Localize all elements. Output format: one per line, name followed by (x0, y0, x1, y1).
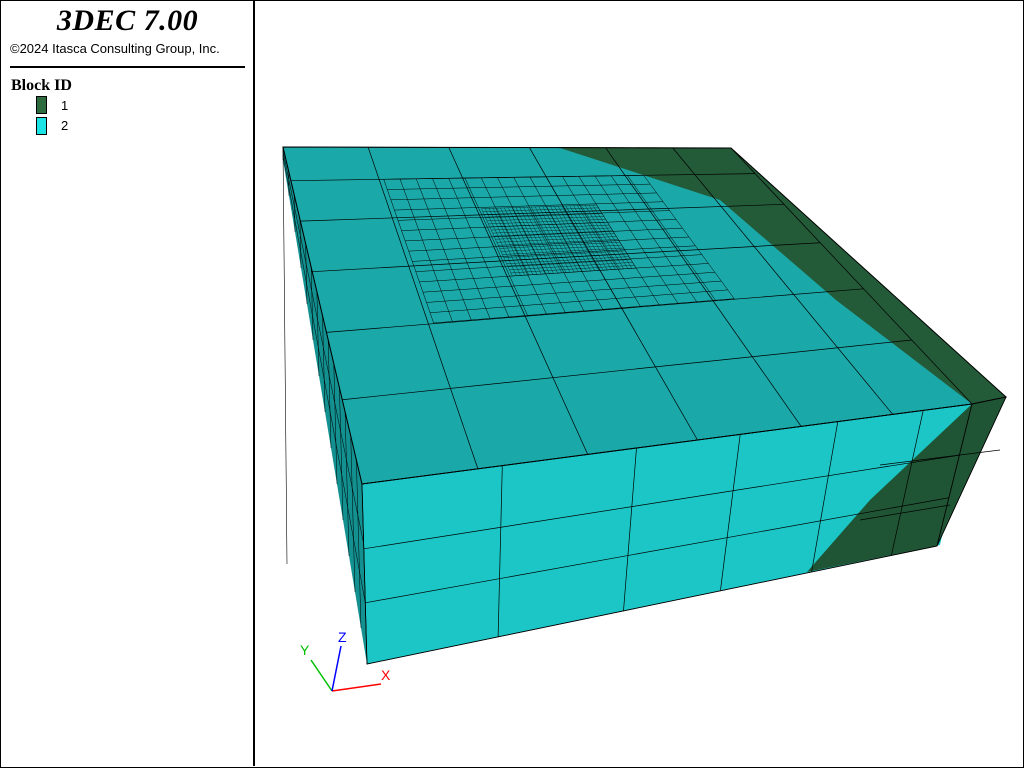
y-axis-label: Y (300, 642, 310, 658)
y-axis-line (310, 659, 333, 692)
x-axis-line (331, 683, 382, 692)
copyright-text: ©2024 Itasca Consulting Group, Inc. (10, 41, 220, 56)
legend-divider (10, 66, 245, 68)
left-edge (282, 146, 288, 565)
x-axis-label: X (381, 667, 391, 683)
app-title: 3DEC 7.00 (56, 4, 199, 37)
legend-swatch-block-2 (36, 117, 47, 135)
z-axis-label: Z (338, 629, 347, 645)
legend-label-block-2: 2 (61, 118, 69, 133)
z-axis-line (331, 645, 342, 692)
legend-title: Block ID (11, 77, 72, 94)
legend-label-block-1: 1 (61, 98, 69, 113)
block-model-view[interactable]: X Y Z (257, 1, 1023, 767)
legend-swatch-block-1 (36, 96, 47, 114)
legend-panel: 3DEC 7.00 ©2024 Itasca Consulting Group,… (0, 0, 255, 766)
model-viewport[interactable]: X Y Z (257, 1, 1023, 767)
